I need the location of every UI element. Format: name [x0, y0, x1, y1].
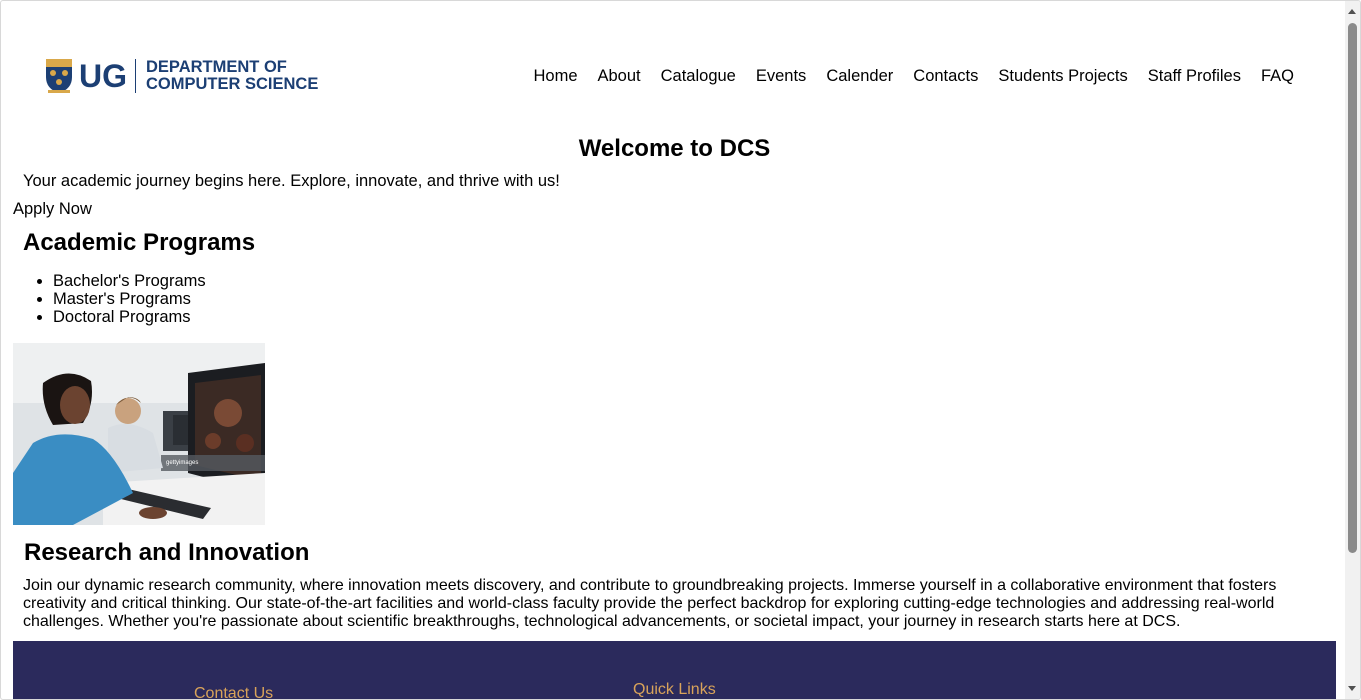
programs-heading: Academic Programs — [23, 229, 256, 256]
nav-staff-profiles[interactable]: Staff Profiles — [1148, 67, 1241, 86]
vertical-scrollbar[interactable] — [1345, 1, 1360, 699]
department-name-line2: COMPUTER SCIENCE — [146, 74, 319, 93]
program-item-bachelors[interactable]: Bachelor's Programs — [53, 272, 206, 290]
photo-illustration: gettyimages — [13, 343, 265, 525]
footer-quick-links-heading: Quick Links — [633, 681, 716, 698]
logo-ug-text: UG — [79, 57, 127, 94]
footer-contact-heading: Contact Us — [194, 685, 274, 700]
nav-events[interactable]: Events — [756, 67, 806, 86]
university-crest-icon — [46, 59, 72, 93]
program-item-masters[interactable]: Master's Programs — [53, 290, 206, 308]
programs-list: Bachelor's Programs Master's Programs Do… — [53, 272, 206, 326]
hero-tagline: Your academic journey begins here. Explo… — [23, 172, 560, 190]
apply-now-link[interactable]: Apply Now — [13, 200, 92, 219]
logo-divider — [135, 58, 136, 93]
program-item-doctoral[interactable]: Doctoral Programs — [53, 308, 206, 326]
nav-students-projects[interactable]: Students Projects — [998, 67, 1127, 86]
nav-calender[interactable]: Calender — [826, 67, 893, 86]
nav-home[interactable]: Home — [533, 67, 577, 86]
site-logo[interactable]: UG DEPARTMENT OF COMPUTER SCIENCE — [44, 57, 318, 94]
nav-about[interactable]: About — [598, 67, 641, 86]
nav-faq[interactable]: FAQ — [1261, 67, 1294, 86]
nav-contacts[interactable]: Contacts — [913, 67, 978, 86]
photo-watermark: gettyimages — [166, 460, 198, 466]
research-heading: Research and Innovation — [24, 539, 310, 566]
site-footer: Quick Links Contact Us — [13, 641, 1336, 700]
scroll-up-arrow-icon[interactable] — [1348, 9, 1356, 14]
scroll-down-arrow-icon[interactable] — [1348, 686, 1356, 691]
students-computer-lab-photo: gettyimages — [13, 343, 265, 525]
department-name: DEPARTMENT OF COMPUTER SCIENCE — [146, 57, 319, 93]
main-nav: Home About Catalogue Events Calender Con… — [533, 67, 1294, 86]
department-name-line1: DEPARTMENT OF — [146, 57, 287, 76]
nav-catalogue[interactable]: Catalogue — [661, 67, 736, 86]
research-description: Join our dynamic research community, whe… — [23, 577, 1277, 630]
page-title: Welcome to DCS — [578, 135, 771, 162]
browser-viewport: UG DEPARTMENT OF COMPUTER SCIENCE Home A… — [0, 0, 1361, 700]
scrollbar-thumb[interactable] — [1348, 23, 1357, 553]
